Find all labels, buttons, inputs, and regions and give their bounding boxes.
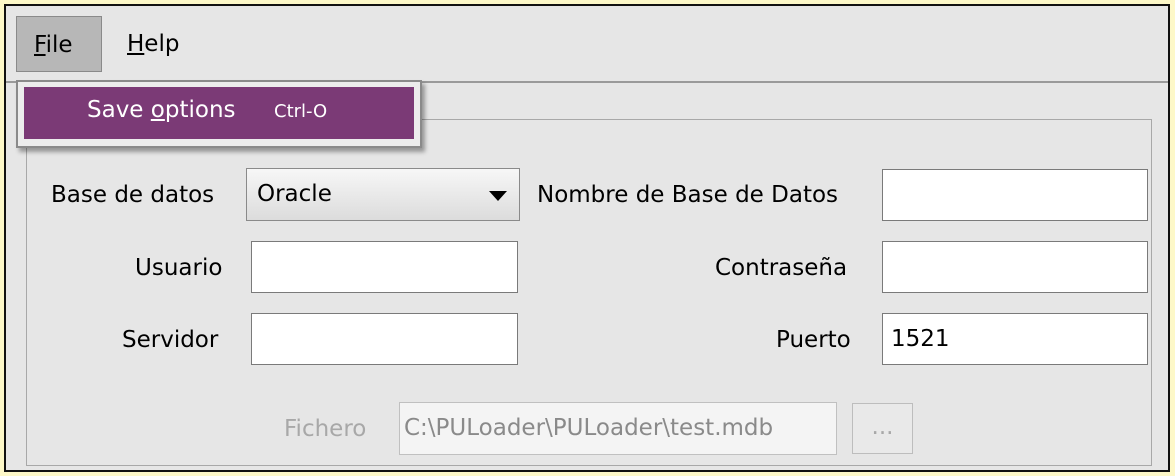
fichero-label: Fichero — [284, 416, 367, 442]
menu-bar: File Help — [6, 6, 1168, 83]
usuario-label: Usuario — [135, 255, 223, 281]
nombre-bd-input[interactable] — [882, 169, 1148, 221]
browse-button[interactable]: ... — [852, 403, 913, 454]
puerto-label: Puerto — [776, 327, 851, 353]
servidor-label: Servidor — [122, 327, 219, 353]
app-window: File Help Base de datos Oracle Nombre de… — [4, 4, 1170, 472]
save-options-shortcut: Ctrl-O — [274, 101, 328, 122]
chevron-down-icon — [489, 191, 507, 201]
servidor-input[interactable] — [251, 313, 518, 365]
fichero-input[interactable]: C:\PULoader\PULoader\test.mdb — [399, 402, 837, 455]
file-menu-dropdown: Save options Ctrl-O — [16, 80, 422, 148]
usuario-input[interactable] — [251, 241, 518, 293]
save-options-label: Save options — [87, 97, 236, 123]
nombre-bd-label: Nombre de Base de Datos — [537, 182, 839, 208]
menu-file[interactable]: File — [16, 16, 102, 72]
base-datos-label: Base de datos — [51, 182, 215, 208]
contrasena-input[interactable] — [882, 241, 1148, 293]
menu-help[interactable]: Help — [112, 16, 194, 72]
base-datos-value: Oracle — [257, 181, 332, 207]
contrasena-label: Contraseña — [715, 255, 848, 281]
puerto-input[interactable]: 1521 — [882, 313, 1148, 365]
base-datos-select[interactable]: Oracle — [246, 168, 520, 221]
save-options-menu-item[interactable]: Save options Ctrl-O — [24, 87, 414, 139]
